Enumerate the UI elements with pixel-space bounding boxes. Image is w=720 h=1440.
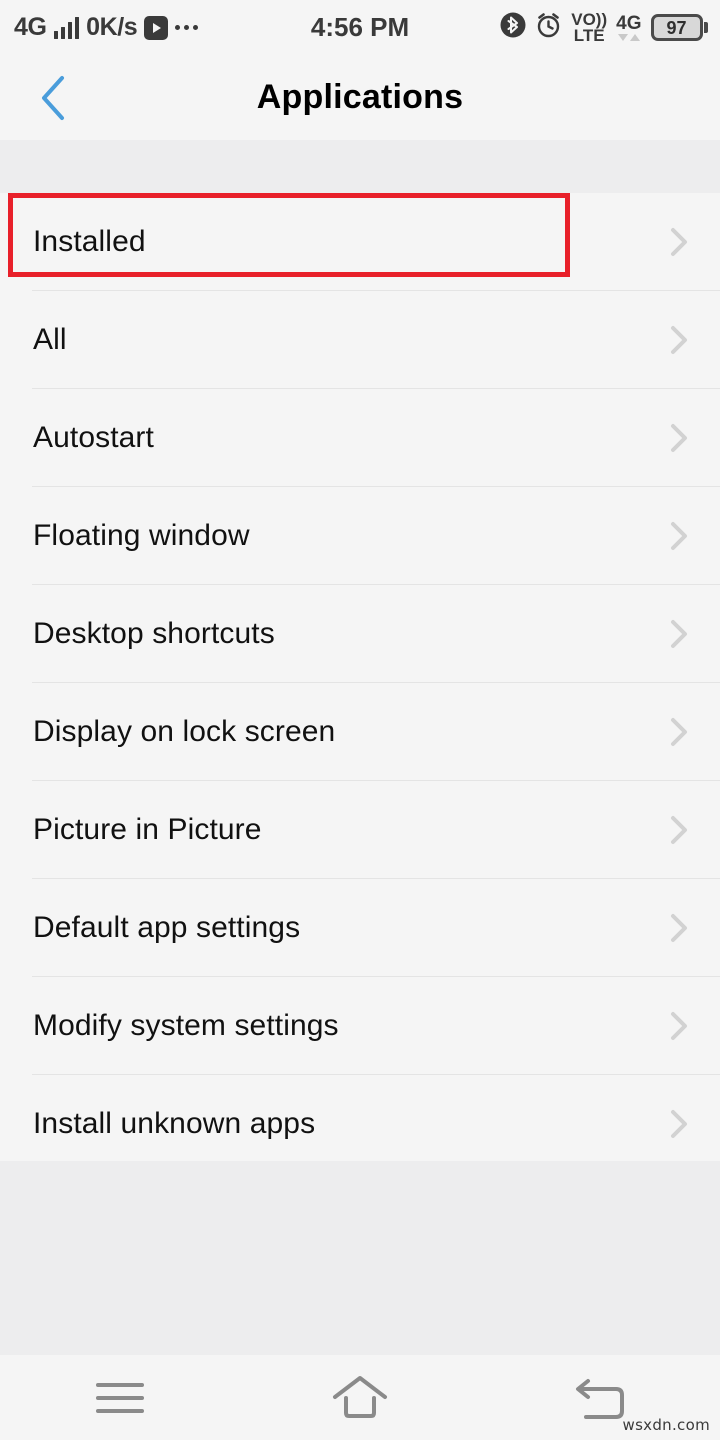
list-item-label: Autostart	[33, 421, 154, 454]
network-type-label: 4G	[14, 13, 47, 41]
list-item-label: Picture in Picture	[33, 813, 262, 846]
chevron-right-icon	[662, 519, 696, 553]
status-bar-right: VO)) LTE 4G 97	[361, 11, 720, 44]
signal-bars-icon	[53, 16, 80, 39]
chevron-right-icon	[662, 225, 696, 259]
section-gap	[0, 140, 720, 193]
list-item-label: Desktop shortcuts	[33, 617, 275, 650]
list-item-label: Display on lock screen	[33, 715, 336, 748]
page-title: Applications	[256, 78, 464, 116]
volte-icon: VO)) LTE	[571, 11, 607, 45]
status-bar: 4G 0K/s 4:56 PM VO)) LTE 4G 97	[0, 0, 720, 55]
menu-hamburger-icon	[96, 1382, 144, 1413]
list-item-label: Modify system settings	[33, 1009, 339, 1042]
alarm-clock-icon	[535, 11, 562, 44]
more-dots-icon	[175, 25, 199, 30]
network-indicator: 4G	[616, 13, 642, 41]
list-item-label: Floating window	[33, 519, 250, 552]
play-button-icon	[144, 15, 169, 40]
network-right-label: 4G	[616, 13, 642, 34]
recents-button[interactable]	[0, 1355, 240, 1440]
chevron-right-icon	[662, 911, 696, 945]
watermark: wsxdn.com	[622, 1416, 710, 1434]
list-item[interactable]: Desktop shortcuts	[0, 585, 720, 683]
chevron-right-icon	[662, 617, 696, 651]
list-item-label: Default app settings	[33, 911, 301, 944]
back-arrow-icon	[572, 1373, 628, 1423]
volte-bottom-label: LTE	[573, 25, 605, 45]
list-item[interactable]: Autostart	[0, 389, 720, 487]
data-rate-label: 0K/s	[86, 13, 138, 41]
battery-icon: 97	[650, 14, 708, 41]
bluetooth-icon	[500, 11, 526, 44]
list-item[interactable]: Installed	[0, 193, 720, 291]
chevron-right-icon	[662, 813, 696, 847]
list-item-label: All	[33, 323, 67, 356]
list-item[interactable]: Floating window	[0, 487, 720, 585]
system-navigation-bar	[0, 1355, 720, 1440]
list-item-label: Install unknown apps	[33, 1107, 316, 1140]
bottom-spacer	[0, 1161, 720, 1355]
list-item[interactable]: Default app settings	[0, 879, 720, 977]
list-item[interactable]: Modify system settings	[0, 977, 720, 1075]
home-icon	[329, 1373, 391, 1423]
list-item[interactable]: Display on lock screen	[0, 683, 720, 781]
chevron-right-icon	[662, 1107, 696, 1141]
status-bar-left: 4G 0K/s	[0, 15, 361, 40]
list-item[interactable]: Install unknown apps	[0, 1075, 720, 1173]
list-item-label: Installed	[33, 225, 146, 258]
chevron-right-icon	[662, 323, 696, 357]
app-header: Applications	[0, 55, 720, 140]
applications-settings-list: Installed All Autostart Floating window Desk…	[0, 193, 720, 1173]
chevron-right-icon	[662, 421, 696, 455]
chevron-right-icon	[662, 715, 696, 749]
data-arrows-icon	[617, 34, 640, 41]
list-item[interactable]: All	[0, 291, 720, 389]
home-button[interactable]	[240, 1355, 480, 1440]
battery-level-label: 97	[666, 17, 687, 38]
chevron-right-icon	[662, 1009, 696, 1043]
list-item[interactable]: Picture in Picture	[0, 781, 720, 879]
phone-screen: 4G 0K/s 4:56 PM VO)) LTE 4G 97 Applicati…	[0, 0, 720, 1440]
